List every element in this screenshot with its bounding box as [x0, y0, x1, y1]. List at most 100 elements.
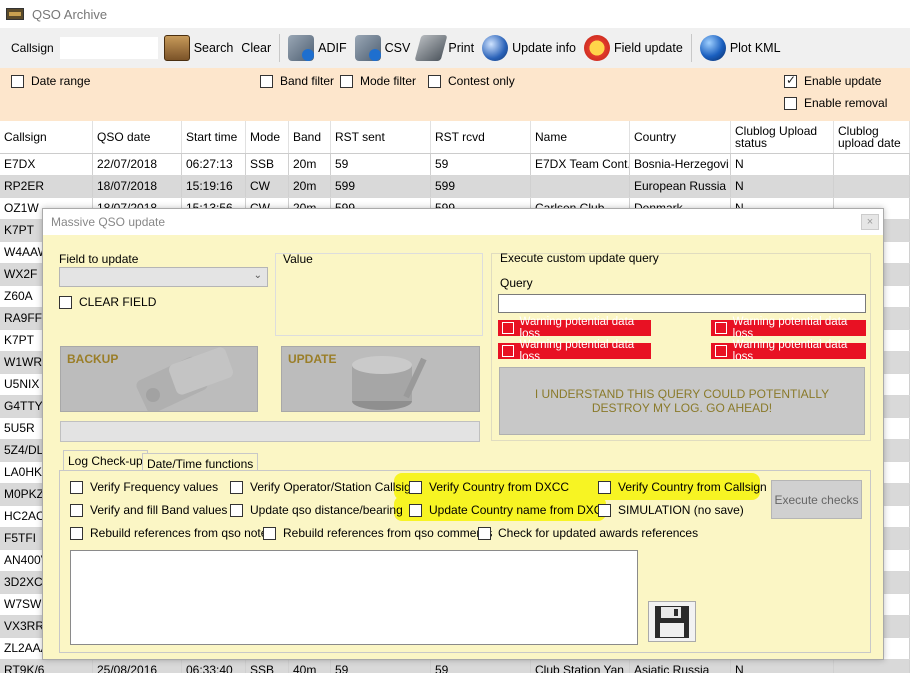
- plot-kml-button-label: Plot KML: [729, 41, 781, 55]
- tab-date-time-functions[interactable]: Date/Time functions: [142, 453, 259, 471]
- callsign-input[interactable]: [59, 37, 158, 59]
- update-distance-checkbox[interactable]: [230, 503, 243, 517]
- warning-checkbox[interactable]: [715, 345, 727, 357]
- column-header[interactable]: Mode: [246, 121, 289, 153]
- column-header[interactable]: Start time: [182, 121, 246, 153]
- toolbar: Callsign Search Clear ADIF CSV Print Upd…: [0, 28, 910, 68]
- execute-checks-button[interactable]: Execute checks: [771, 480, 862, 519]
- simulation-checkbox[interactable]: [598, 503, 611, 517]
- search-button[interactable]: Search: [160, 31, 238, 65]
- backup-button[interactable]: BACKUP: [60, 346, 258, 412]
- save-log-button[interactable]: [648, 601, 696, 642]
- column-header[interactable]: Country: [630, 121, 731, 153]
- update-button[interactable]: UPDATE: [281, 346, 480, 412]
- warning-label: Warning potential data loss: [732, 316, 848, 340]
- table-row[interactable]: RP2ER 18/07/2018 15:19:16 CW 20m 599 599 Europe…: [0, 176, 910, 198]
- update-info-button[interactable]: Update info: [478, 31, 580, 65]
- enable-update-checkbox[interactable]: [784, 73, 797, 88]
- table-row[interactable]: RT9K/6 25/08/2016 06:33:40 SSB 40m 59 59 Club S…: [0, 660, 910, 673]
- column-header[interactable]: Band: [289, 121, 331, 153]
- toolbar-separator: [690, 34, 692, 62]
- column-header[interactable]: Clublog upload date: [834, 121, 910, 153]
- update-country-name-checkbox[interactable]: [409, 503, 422, 517]
- verify-band-label: Verify and fill Band values: [90, 503, 228, 517]
- date-range-filter[interactable]: Date range: [11, 74, 90, 88]
- column-header[interactable]: Clublog Upload status: [731, 121, 834, 153]
- table-cell: N: [731, 176, 834, 197]
- verify-frequency-option[interactable]: Verify Frequency values: [70, 480, 218, 494]
- table-cell: 59: [431, 660, 531, 673]
- warning-data-loss-3[interactable]: Warning potential data loss: [498, 339, 651, 363]
- enable-removal-option[interactable]: Enable removal: [784, 96, 887, 110]
- band-filter[interactable]: Band filter: [260, 74, 334, 88]
- rebuild-notes-option[interactable]: Rebuild references from qso notes: [70, 526, 273, 540]
- column-header[interactable]: QSO date: [93, 121, 182, 153]
- dialog-body: Field to update ⌄ CLEAR FIELD Value Exec…: [43, 235, 883, 659]
- adif-export-button[interactable]: ADIF: [284, 31, 350, 65]
- verify-operator-option[interactable]: Verify Operator/Station Callsign: [230, 480, 417, 494]
- plot-kml-button[interactable]: Plot KML: [696, 31, 785, 65]
- field-update-button[interactable]: Field update: [580, 31, 687, 65]
- enable-removal-checkbox[interactable]: [784, 96, 797, 110]
- dialog-close-button[interactable]: ×: [861, 214, 879, 230]
- adif-button-label: ADIF: [318, 41, 347, 55]
- verify-operator-checkbox[interactable]: [230, 480, 243, 494]
- log-output-textarea[interactable]: [70, 550, 638, 645]
- verify-country-dxcc-checkbox[interactable]: [409, 480, 422, 494]
- verify-country-dxcc-option[interactable]: Verify Country from DXCC: [409, 480, 569, 494]
- csv-export-button[interactable]: CSV: [351, 31, 415, 65]
- query-input[interactable]: [498, 294, 866, 313]
- table-cell: N: [731, 154, 834, 175]
- value-box[interactable]: Value: [275, 252, 483, 336]
- warning-checkbox[interactable]: [502, 322, 514, 334]
- rebuild-comments-checkbox[interactable]: [263, 526, 276, 540]
- table-cell: [531, 176, 630, 197]
- execute-query-button[interactable]: I UNDERSTAND THIS QUERY COULD POTENTIALL…: [499, 367, 865, 435]
- column-header[interactable]: Name: [531, 121, 630, 153]
- verify-band-option[interactable]: Verify and fill Band values: [70, 503, 227, 517]
- verify-country-callsign-checkbox[interactable]: [598, 480, 611, 494]
- rebuild-notes-checkbox[interactable]: [70, 526, 83, 540]
- column-header[interactable]: RST sent: [331, 121, 431, 153]
- callsign-label: Callsign: [11, 41, 54, 55]
- contest-only-label: Contest only: [448, 74, 515, 88]
- clear-button[interactable]: Clear: [237, 31, 275, 65]
- update-distance-option[interactable]: Update qso distance/bearing: [230, 503, 403, 517]
- date-range-checkbox[interactable]: [11, 74, 24, 88]
- print-button[interactable]: Print: [414, 31, 478, 65]
- rebuild-notes-label: Rebuild references from qso notes: [90, 526, 274, 540]
- check-awards-checkbox[interactable]: [478, 526, 491, 540]
- column-header[interactable]: Callsign: [0, 121, 93, 153]
- contest-only-filter[interactable]: Contest only: [428, 74, 515, 88]
- update-country-name-option[interactable]: Update Country name from DXCC: [409, 503, 611, 517]
- warning-data-loss-2[interactable]: Warning potential data loss: [711, 316, 866, 340]
- column-header[interactable]: RST rcvd: [431, 121, 531, 153]
- verify-frequency-checkbox[interactable]: [70, 480, 83, 494]
- rebuild-comments-option[interactable]: Rebuild references from qso comments: [263, 526, 492, 540]
- table-cell: 15:19:16: [182, 176, 246, 197]
- warning-checkbox[interactable]: [715, 322, 727, 334]
- verify-band-checkbox[interactable]: [70, 503, 83, 517]
- band-filter-checkbox[interactable]: [260, 74, 273, 88]
- warning-data-loss-4[interactable]: Warning potential data loss: [711, 339, 866, 363]
- enable-update-option[interactable]: Enable update: [784, 73, 881, 88]
- table-cell: N: [731, 660, 834, 673]
- warning-checkbox[interactable]: [502, 345, 514, 357]
- field-to-update-select[interactable]: ⌄: [59, 267, 268, 287]
- verify-country-callsign-option[interactable]: Verify Country from Callsign: [598, 480, 767, 494]
- mode-filter-checkbox[interactable]: [340, 74, 353, 88]
- tab-log-check-up[interactable]: Log Check-up: [63, 450, 148, 470]
- check-awards-option[interactable]: Check for updated awards references: [478, 526, 698, 540]
- table-row[interactable]: E7DX 22/07/2018 06:27:13 SSB 20m 59 59 E7DX Tea…: [0, 154, 910, 176]
- clear-field-checkbox[interactable]: [59, 295, 72, 309]
- database-wrench-icon: [352, 356, 427, 410]
- clear-field-option[interactable]: CLEAR FIELD: [59, 295, 156, 309]
- contest-only-checkbox[interactable]: [428, 74, 441, 88]
- google-earth-icon: [699, 35, 726, 61]
- warning-data-loss-1[interactable]: Warning potential data loss: [498, 316, 651, 340]
- table-cell: Bosnia-Herzegovi: [630, 154, 731, 175]
- mode-filter[interactable]: Mode filter: [340, 74, 416, 88]
- simulation-option[interactable]: SIMULATION (no save): [598, 503, 744, 517]
- table-cell: 59: [331, 154, 431, 175]
- table-cell: European Russia: [630, 176, 731, 197]
